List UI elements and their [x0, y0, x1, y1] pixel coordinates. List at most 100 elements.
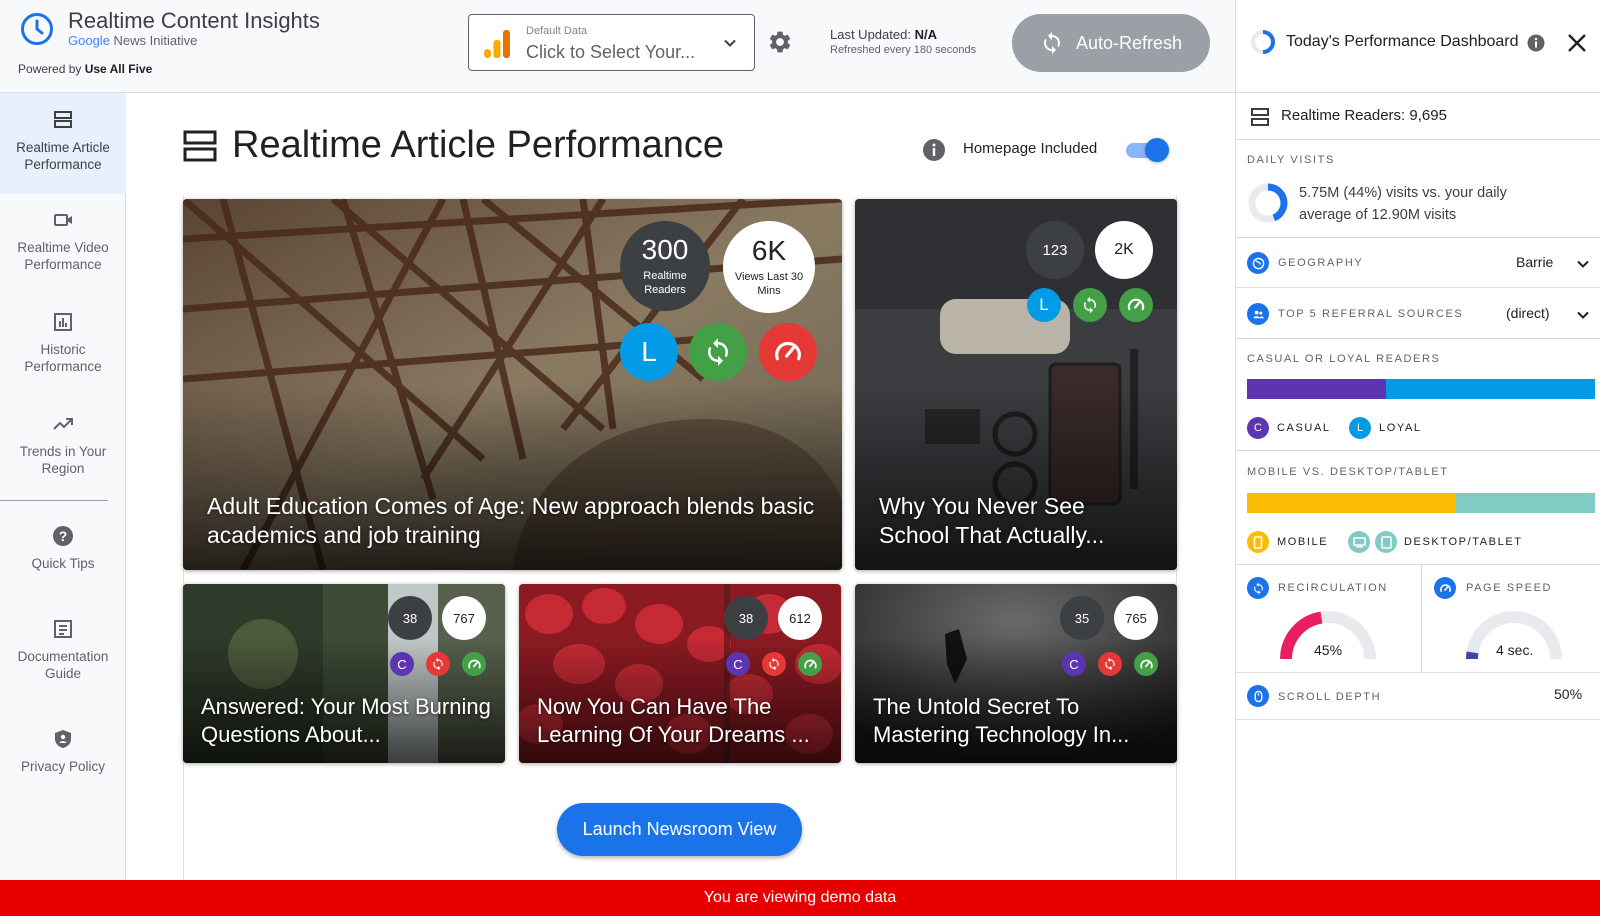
speedometer-icon	[775, 341, 801, 361]
article-title: Why You Never See School That Actually..…	[879, 493, 1105, 548]
close-icon[interactable]	[1566, 32, 1588, 54]
loyal-badge: L	[620, 323, 678, 381]
realtime-readers-circle: 123	[1026, 221, 1084, 279]
bar-chart-icon	[54, 313, 72, 331]
desktop-icon	[1348, 531, 1370, 553]
trending-up-icon	[53, 418, 73, 430]
realtime-readers-label: Realtime Readers	[643, 270, 687, 296]
article-title: Answered: Your Most Burning Questions Ab…	[201, 694, 491, 747]
homepage-included-toggle[interactable]	[1126, 138, 1169, 162]
daily-visits-row: DAILY VISITS 5.75M (44%) visits vs. your…	[1236, 140, 1600, 238]
speedometer-icon	[1127, 298, 1145, 311]
recirculation-icon	[1247, 577, 1269, 599]
views-count: 612	[789, 610, 811, 626]
last-updated-value: N/A	[914, 27, 937, 42]
nav-item-quick-tips[interactable]: ? Quick Tips	[0, 525, 126, 572]
realtime-readers-total: Realtime Readers: 9,695	[1281, 107, 1447, 124]
refresh-interval-note: Refreshed every 180 seconds	[830, 44, 977, 56]
article-title: Adult Education Comes of Age: New approa…	[207, 493, 815, 548]
app-header: Realtime Content Insights Google News In…	[0, 0, 1235, 93]
auto-refresh-button[interactable]: Auto-Refresh	[1012, 14, 1210, 72]
mobile-bar-fill	[1247, 493, 1456, 513]
views-count: 765	[1125, 610, 1147, 626]
mobile-desktop-caption: MOBILE VS. DESKTOP/TABLET	[1247, 466, 1449, 478]
casual-loyal-caption: CASUAL OR LOYAL READERS	[1247, 353, 1441, 365]
article-card[interactable]: 38 612 C Now You Can Have The Learning O…	[519, 584, 841, 763]
page-speed-badge	[798, 652, 822, 676]
data-source-select[interactable]: Default Data Click to Select Your...	[468, 14, 755, 71]
recirc-speed-row: RECIRCULATION 45% PAGE SPEED 4 sec.	[1236, 565, 1600, 673]
scroll-depth-caption: SCROLL DEPTH	[1278, 691, 1382, 703]
performance-sidebar: Today's Performance Dashboard Realtime R…	[1235, 0, 1600, 880]
article-card[interactable]: 35 765 C The Untold Secret To Mastering …	[855, 584, 1177, 763]
views-label: Views Last 30 Mins	[734, 271, 804, 297]
gear-icon[interactable]	[767, 29, 793, 55]
realtime-readers-circle: 300 Realtime Readers	[620, 221, 710, 311]
left-nav: Realtime Article Performance Realtime Vi…	[0, 93, 126, 880]
views-count: 767	[453, 610, 475, 626]
scroll-depth-value: 50%	[1554, 686, 1583, 702]
geography-value: Barrie	[1516, 254, 1554, 270]
views-circle: 612	[778, 596, 822, 640]
nav-label: Quick Tips	[31, 556, 95, 571]
reader-type-letter: C	[397, 656, 407, 672]
casual-letter: C	[1254, 422, 1262, 434]
last-updated-label: Last Updated:	[830, 27, 911, 42]
nav-item-historic[interactable]: Historic Performance	[0, 311, 126, 375]
loyal-badge: L	[1027, 288, 1061, 322]
nav-label: Realtime Video Performance	[17, 240, 109, 272]
mobile-legend-label: MOBILE	[1277, 536, 1329, 548]
desktop-legend-label: DESKTOP/TABLET	[1404, 536, 1523, 548]
recirculation-badge	[762, 652, 786, 676]
toggle-knob	[1145, 138, 1169, 162]
geography-row[interactable]: GEOGRAPHY Barrie	[1236, 238, 1600, 288]
data-source-label: Default Data	[526, 25, 588, 37]
nav-item-documentation[interactable]: Documentation Guide	[0, 618, 126, 682]
speedometer-icon	[1139, 659, 1153, 668]
analytics-bars-icon	[484, 30, 510, 58]
page-speed-badge	[759, 323, 817, 381]
google-wordmark: Google	[68, 33, 110, 48]
launch-newsroom-button[interactable]: Launch Newsroom View	[557, 803, 802, 856]
nav-item-privacy[interactable]: Privacy Policy	[0, 728, 126, 775]
casual-loyal-bar	[1247, 379, 1595, 399]
realtime-readers-row: Realtime Readers: 9,695	[1236, 93, 1600, 140]
people-icon	[1247, 303, 1269, 325]
recirculation-caption: RECIRCULATION	[1278, 582, 1388, 594]
referral-value: (direct)	[1506, 305, 1550, 321]
reader-type-letter: L	[1039, 295, 1049, 314]
mobile-desktop-bar	[1247, 493, 1595, 513]
recirculation-badge	[689, 323, 747, 381]
page-title: Realtime Article Performance	[232, 124, 725, 166]
article-card[interactable]: 38 767 C Answered: Your Most Burning Que…	[183, 584, 505, 763]
chevron-down-icon	[724, 39, 736, 47]
demo-data-banner: You are viewing demo data	[0, 880, 1600, 916]
auto-refresh-label: Auto-Refresh	[1075, 32, 1183, 53]
last-updated: Last Updated: N/A	[830, 27, 937, 42]
nav-divider	[0, 500, 108, 501]
casual-badge: C	[1062, 652, 1086, 676]
article-card[interactable]: 123 2K L Why You Never See School That A…	[855, 199, 1177, 570]
referral-sources-row[interactable]: TOP 5 REFERRAL SOURCES (direct)	[1236, 288, 1600, 339]
recirculation-badge	[426, 652, 450, 676]
nav-item-trends[interactable]: Trends in Your Region	[0, 413, 126, 477]
info-icon[interactable]	[1527, 34, 1545, 52]
article-card[interactable]: 300 Realtime Readers 6K Views Last 30 Mi…	[183, 199, 842, 570]
casual-legend-label: CASUAL	[1277, 422, 1331, 434]
page-speed-value: 4 sec.	[1496, 642, 1534, 658]
nav-item-realtime-article[interactable]: Realtime Article Performance	[0, 93, 126, 194]
realtime-readers-circle: 38	[724, 596, 768, 640]
svg-text:?: ?	[59, 528, 68, 544]
article-list-icon	[183, 130, 217, 162]
recirculation-icon	[1084, 296, 1096, 314]
nav-label: Realtime Article Performance	[16, 140, 110, 172]
nav-item-realtime-video[interactable]: Realtime Video Performance	[0, 209, 126, 273]
data-source-value: Click to Select Your...	[526, 42, 696, 62]
article-list-icon	[54, 111, 72, 128]
daily-visits-caption: DAILY VISITS	[1247, 154, 1335, 166]
news-initiative-text: News Initiative	[113, 33, 198, 48]
article-title: Now You Can Have The Learning Of Your Dr…	[537, 694, 810, 747]
chevron-down-icon	[1577, 311, 1589, 319]
info-icon[interactable]	[922, 138, 946, 162]
realtime-readers-count: 300	[641, 234, 689, 265]
